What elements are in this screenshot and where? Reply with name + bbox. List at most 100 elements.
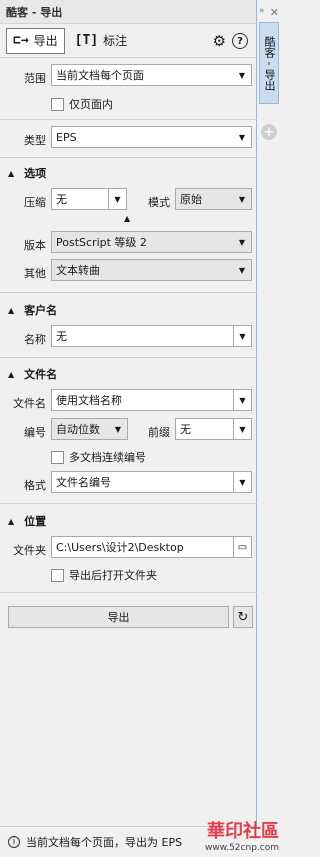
side-tab-label: 酷客 - 导出 [263,35,276,91]
version-value: PostScript 等级 2 [56,236,147,249]
docked-tab-strip: » ✕ 酷客 - 导出 + [257,0,281,857]
prefix-value: 无 [180,423,191,436]
refresh-icon: ↻ [237,609,249,625]
client-name-value: 无 [56,330,67,343]
client-name-label: 名称 [24,333,46,346]
tab-annotate[interactable]: [T] 标注 [69,28,134,54]
prefix-label: 前缀 [148,426,170,439]
folder-value: C:\Users\设计2\Desktop [56,541,184,554]
watermark: 華印社區 www.52cnp.com [205,817,279,853]
chevron-down-icon: ▼ [114,424,122,434]
divider [0,503,257,504]
location-header: 位置 [24,515,47,528]
chevron-down-icon: ▼ [233,419,251,439]
multi-doc-checkbox[interactable]: 多文档连续编号 [51,449,146,465]
export-button-label: 导出 [107,611,130,624]
format-dropdown[interactable]: 文件名编号 ▼ [51,471,252,493]
options-section-header[interactable]: ▲ 选项 [8,165,46,181]
tab-bar: ⊏→ 导出 [T] 标注 ⚙ ? [0,24,256,58]
options-header: 选项 [24,167,47,180]
help-icon[interactable]: ? [232,33,248,49]
number-value: 自动位数 [56,423,100,436]
filename-label: 文件名 [13,397,46,410]
export-icon: ⊏→ [13,33,29,48]
page-only-label: 仅页面内 [69,98,113,111]
location-section-header[interactable]: ▲ 位置 [8,513,46,529]
checkbox-box[interactable] [51,568,64,582]
version-label: 版本 [24,239,46,252]
number-label: 编号 [24,426,46,439]
collapse-panel-icon[interactable]: » [259,6,265,19]
divider [0,119,257,120]
checkbox-box[interactable] [51,450,64,464]
compress-label: 压缩 [24,196,46,209]
client-name-dropdown[interactable]: 无 ▼ [51,325,252,347]
browse-folder-icon[interactable]: ▭ [233,537,251,557]
type-label: 类型 [24,134,46,147]
mode-label: 模式 [148,196,170,209]
prefix-dropdown[interactable]: 无 ▼ [175,418,252,440]
range-label: 范围 [24,72,46,85]
chevron-down-icon: ▼ [233,390,251,410]
collapse-triangle-icon: ▲ [8,516,15,526]
filename-section-header[interactable]: ▲ 文件名 [8,366,57,382]
compress-dropdown[interactable]: 无 ▼ [51,188,127,210]
range-dropdown[interactable]: 当前文档每个页面 ▼ [51,64,252,86]
divider [0,592,257,593]
add-panel-icon[interactable]: + [261,124,277,140]
version-dropdown[interactable]: PostScript 等级 2 ▼ [51,231,252,253]
chevron-down-icon: ▼ [238,237,246,247]
other-label: 其他 [24,267,46,280]
multi-doc-label: 多文档连续编号 [69,451,146,464]
text-T-icon: [T] [74,33,99,48]
page-only-checkbox[interactable]: 仅页面内 [51,96,113,112]
panel-titlebar: 酷客 - 导出 [0,0,256,24]
open-after-checkbox[interactable]: 导出后打开文件夹 [51,567,157,583]
folder-label: 文件夹 [13,544,46,557]
client-section-header[interactable]: ▲ 客户名 [8,302,57,318]
tab-export-label: 导出 [33,34,58,48]
type-dropdown[interactable]: EPS ▼ [51,126,252,148]
gear-icon[interactable]: ⚙ [213,33,226,49]
chevron-down-icon: ▼ [233,326,251,346]
side-tab-export[interactable]: 酷客 - 导出 [259,22,279,104]
chevron-down-icon: ▼ [238,265,246,275]
chevron-down-icon: ▼ [238,194,246,204]
tab-export[interactable]: ⊏→ 导出 [6,27,65,54]
watermark-url: www.52cnp.com [204,843,279,853]
collapse-triangle-icon: ▲ [8,305,15,315]
filename-header: 文件名 [24,368,58,381]
export-panel: 酷客 - 导出 ⊏→ 导出 [T] 标注 ⚙ ? 范围 当前文档每个页面 ▼ 仅… [0,0,257,857]
format-label: 格式 [24,479,46,492]
divider [0,157,257,158]
info-icon: i [8,836,20,848]
refresh-button[interactable]: ↻ [233,606,253,628]
compress-value: 无 [56,193,67,206]
type-value: EPS [56,130,77,144]
open-after-label: 导出后打开文件夹 [69,569,157,582]
panel-controls: » ✕ [257,6,281,19]
tab-annotate-label: 标注 [103,34,128,48]
expand-toggle-icon[interactable]: ▲ [124,214,130,223]
filename-dropdown[interactable]: 使用文档名称 ▼ [51,389,252,411]
divider [0,292,257,293]
mode-dropdown[interactable]: 原始 ▼ [175,188,252,210]
panel-title: 酷客 - 导出 [6,5,63,19]
chevron-down-icon: ▼ [238,132,246,142]
chevron-down-icon: ▼ [238,70,246,80]
number-dropdown[interactable]: 自动位数 ▼ [51,418,128,440]
filename-value: 使用文档名称 [56,394,122,407]
folder-input[interactable]: C:\Users\设计2\Desktop ▭ [51,536,252,558]
divider [0,357,257,358]
chevron-down-icon: ▼ [233,472,251,492]
export-button[interactable]: 导出 [8,606,229,628]
checkbox-box[interactable] [51,97,64,111]
other-dropdown[interactable]: 文本转曲 ▼ [51,259,252,281]
close-icon[interactable]: ✕ [270,6,279,19]
status-text: 当前文档每个页面，导出为 EPS [26,836,183,849]
watermark-brand: 華印社區 [207,821,279,842]
client-header: 客户名 [24,304,58,317]
mode-value: 原始 [180,193,202,206]
other-value: 文本转曲 [56,264,100,277]
collapse-triangle-icon: ▲ [8,369,15,379]
